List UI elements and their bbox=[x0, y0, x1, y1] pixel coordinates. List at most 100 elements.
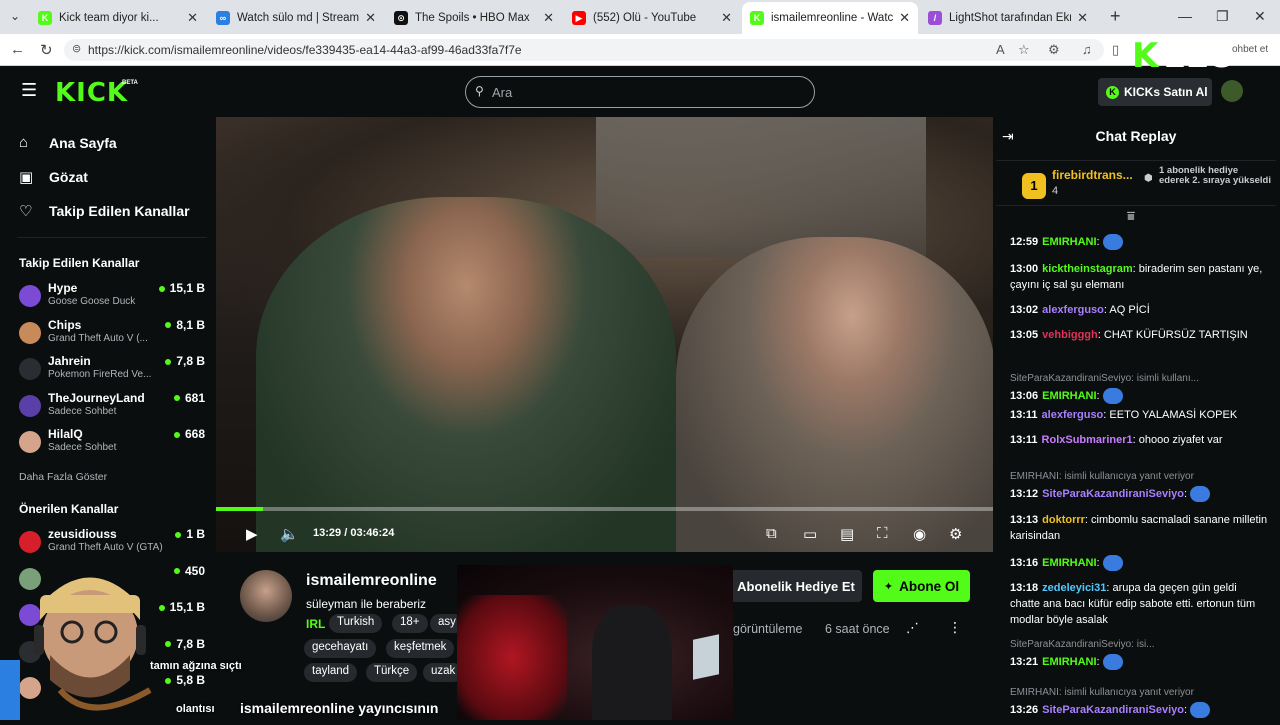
tag-chip[interactable]: 18+ bbox=[392, 614, 428, 633]
show-more-link[interactable]: Daha Fazla Göster bbox=[19, 471, 107, 483]
tab-favicon-icon: K bbox=[750, 11, 764, 25]
wide-mode-icon[interactable]: ▤ bbox=[840, 525, 854, 543]
share-icon[interactable]: ⋰ bbox=[906, 620, 919, 636]
video-progress-bar[interactable] bbox=[216, 507, 993, 511]
gift-subscription-button[interactable]: Abonelik Hediye Et bbox=[730, 570, 862, 602]
browser-tab[interactable]: / LightShot tarafından Ekran Gö ✕ bbox=[920, 4, 1096, 32]
close-tab-icon[interactable]: ✕ bbox=[543, 10, 554, 26]
kick-logo[interactable]: KICK bbox=[55, 78, 128, 108]
menu-icon[interactable]: ☰ bbox=[21, 80, 37, 101]
user-avatar[interactable] bbox=[1221, 80, 1243, 102]
chat-message: 13:16 EMIRHANI: bbox=[1010, 555, 1268, 572]
channel-avatar[interactable] bbox=[240, 570, 292, 622]
buy-kicks-button[interactable]: K KICKs Satın Al bbox=[1098, 78, 1212, 106]
chat-colon: : bbox=[1096, 557, 1103, 569]
more-options-icon[interactable]: ⋮ bbox=[948, 619, 962, 636]
sidebar-channel[interactable]: TheJourneyLand Sadece Sohbet 681 bbox=[19, 391, 209, 425]
theater-icon[interactable]: ▭ bbox=[803, 525, 817, 543]
tag-chip[interactable]: Türkçe bbox=[366, 663, 418, 682]
chat-username[interactable]: vehbigggh bbox=[1042, 329, 1098, 341]
media-icon[interactable]: ♫ bbox=[1082, 42, 1092, 57]
browser-tab[interactable]: K Kick team diyor ki... ✕ bbox=[30, 4, 206, 32]
tab-list-icon[interactable]: ⌄ bbox=[10, 9, 20, 23]
beta-label: BETA bbox=[122, 80, 138, 86]
viewer-count: 8,1 B bbox=[165, 318, 205, 332]
extensions-icon[interactable]: ⚙ bbox=[1048, 42, 1060, 58]
sidebar-channel[interactable]: HilalQ Sadece Sohbet 668 bbox=[19, 427, 209, 461]
browser-tab[interactable]: ∞ Watch sülo md | Streamable ✕ bbox=[208, 4, 384, 32]
viewer-count: 7,8 B bbox=[165, 354, 205, 368]
chat-message: 13:13 doktorrr: cimbomlu sacmaladi sanane… bbox=[1010, 512, 1268, 544]
url-field[interactable]: ⊜ https://kick.com/ismailemreonline/vide… bbox=[64, 39, 1104, 61]
subscribe-button[interactable]: ✦ Abone Ol bbox=[873, 570, 970, 602]
sidebar-channel[interactable]: Chips Grand Theft Auto V (... 8,1 B bbox=[19, 318, 209, 352]
sidebar-item-following[interactable]: ♡ Takip Edilen Kanallar bbox=[19, 202, 190, 220]
chat-colon: : bbox=[1096, 236, 1103, 248]
settings-gear-icon[interactable]: ⚙ bbox=[949, 525, 962, 543]
overlay-text-1: tamın ağzına sıçtı bbox=[150, 660, 242, 672]
volume-icon[interactable]: 🔈 bbox=[280, 525, 299, 543]
channel-avatar bbox=[19, 285, 41, 307]
video-progress-fill bbox=[216, 507, 263, 511]
chat-username[interactable]: EMIRHANI bbox=[1042, 236, 1096, 248]
close-tab-icon[interactable]: ✕ bbox=[899, 10, 910, 26]
chat-username[interactable]: alexferguso bbox=[1042, 409, 1104, 421]
video-player[interactable]: ▶ 🔈 13:29 / 03:46:24 ⧉ ▭ ▤ ⛶ ◉ ⚙ bbox=[216, 117, 993, 552]
tag-chip[interactable]: Turkish bbox=[329, 614, 383, 633]
sidebar-channel[interactable]: Hype Goose Goose Duck 15,1 B bbox=[19, 281, 209, 315]
sparkle-icon: ✦ bbox=[883, 580, 894, 593]
autoplay-icon[interactable]: ◉ bbox=[913, 525, 926, 543]
close-tab-icon[interactable]: ✕ bbox=[1077, 10, 1088, 26]
chat-username[interactable]: kicktheinstagram bbox=[1042, 263, 1132, 275]
site-info-icon[interactable]: ⊜ bbox=[72, 42, 81, 55]
search-input[interactable]: ⚲ Ara bbox=[465, 76, 815, 108]
pinned-user[interactable]: firebirdtrans... bbox=[1052, 168, 1133, 182]
chat-username[interactable]: doktorrr bbox=[1042, 514, 1085, 526]
chat-username[interactable]: SiteParaKazandiraniSeviyo bbox=[1042, 704, 1184, 716]
reload-icon[interactable]: ↻ bbox=[40, 41, 53, 59]
channel-name: Jahrein bbox=[48, 354, 91, 368]
tag-chip[interactable]: tayland bbox=[304, 663, 358, 682]
close-window-icon[interactable]: ✕ bbox=[1254, 8, 1266, 25]
browser-tab[interactable]: Kismailemreonline - Watc ✕ bbox=[742, 2, 918, 34]
read-aloud-icon[interactable]: A bbox=[996, 42, 1005, 57]
category-link[interactable]: IRL bbox=[306, 617, 325, 631]
chat-username[interactable]: EMIRHANI bbox=[1042, 656, 1096, 668]
browser-tab[interactable]: ▶ (552) Ölü - YouTube ✕ bbox=[564, 4, 740, 32]
close-tab-icon[interactable]: ✕ bbox=[365, 10, 376, 26]
chat-username[interactable]: SiteParaKazandiraniSeviyo bbox=[1042, 488, 1184, 500]
tag-chip[interactable]: keşfetmek bbox=[386, 639, 455, 658]
maximize-icon[interactable]: ❐ bbox=[1216, 8, 1229, 25]
new-tab-button[interactable]: + bbox=[1110, 6, 1121, 27]
split-screen-icon[interactable]: ▯ bbox=[1112, 42, 1119, 58]
emote-icon bbox=[1102, 555, 1123, 572]
play-icon[interactable]: ▶ bbox=[246, 525, 258, 543]
tab-favicon-icon: ▶ bbox=[572, 11, 586, 25]
channel-avatar bbox=[19, 394, 41, 417]
fullscreen-icon[interactable]: ⛶ bbox=[877, 525, 888, 542]
close-tab-icon[interactable]: ✕ bbox=[187, 10, 198, 26]
site-header: ☰ KICK BETA ⚲ Ara K KICKs Satın Al bbox=[3, 66, 1277, 118]
time-ago: 6 saat önce bbox=[825, 622, 890, 636]
sidebar-channel[interactable]: Jahrein Pokemon FireRed Ve... 7,8 B bbox=[19, 354, 209, 388]
miniplayer-icon[interactable]: ⧉ bbox=[766, 525, 777, 542]
close-tab-icon[interactable]: ✕ bbox=[721, 10, 732, 26]
tag-chip[interactable]: gecehayatı bbox=[304, 639, 377, 658]
chat-username[interactable]: alexferguso bbox=[1042, 304, 1104, 316]
back-icon[interactable]: ← bbox=[10, 41, 25, 58]
chat-username[interactable]: EMIRHANI bbox=[1042, 557, 1096, 569]
chat-username[interactable]: zedeleyici31 bbox=[1042, 582, 1106, 594]
sidebar-item-home[interactable]: ⌂ Ana Sayfa bbox=[19, 134, 117, 151]
filter-icon[interactable]: ⩸ bbox=[1127, 208, 1135, 224]
address-bar-row: ← ↻ ⊜ https://kick.com/ismailemreonline/… bbox=[0, 34, 1280, 66]
minimize-icon[interactable]: — bbox=[1178, 8, 1192, 24]
chat-username[interactable]: RolxSubmariner1 bbox=[1042, 434, 1133, 446]
viewer-count-overlay: K 128 bbox=[1132, 36, 1234, 76]
favorite-star-icon[interactable]: ☆ bbox=[1018, 42, 1030, 58]
channel-name[interactable]: ismailemreonline bbox=[306, 572, 437, 590]
browser-tab[interactable]: ⊙ The Spoils • HBO Max ✕ bbox=[386, 4, 562, 32]
channel-category: Goose Goose Duck bbox=[48, 296, 136, 307]
chat-username[interactable]: EMIRHANI bbox=[1042, 390, 1096, 402]
channel-name: HilalQ bbox=[48, 427, 83, 441]
sidebar-item-browse[interactable]: ▣ Gözat bbox=[19, 168, 88, 186]
